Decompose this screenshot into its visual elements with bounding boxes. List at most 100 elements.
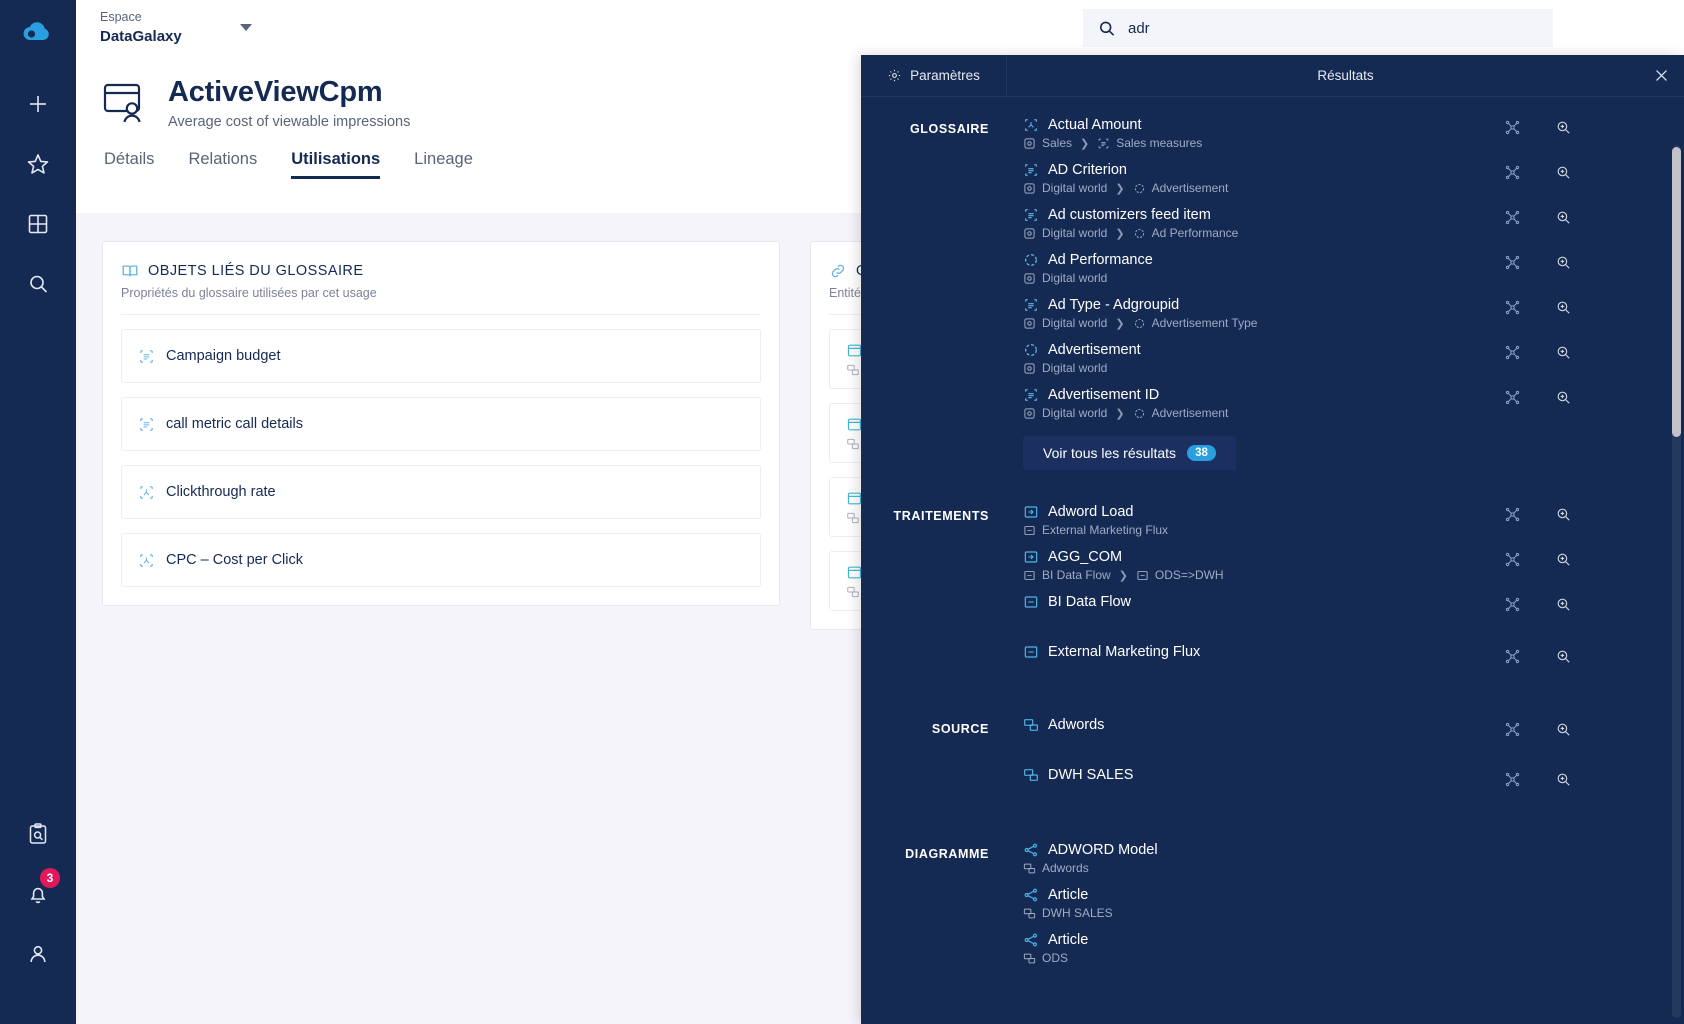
result-title: Ad Performance: [1048, 252, 1153, 268]
result-path-part: Digital world: [1042, 271, 1107, 285]
see-all-results-button[interactable]: Voir tous les résultats 38: [1023, 436, 1236, 470]
result-path-part: Adwords: [1042, 861, 1089, 875]
result-item[interactable]: Advertisement ID Digital world ❯: [1007, 381, 1684, 426]
result-path: Digital world: [1023, 361, 1504, 375]
result-main: Actual Amount Sales ❯: [1023, 117, 1504, 150]
zoom-icon[interactable]: [1555, 551, 1572, 568]
result-item[interactable]: Article DWH SALES: [1007, 881, 1684, 926]
result-item[interactable]: Adwords: [1007, 711, 1684, 747]
tab-utilisations[interactable]: Utilisations: [291, 150, 380, 179]
zoom-icon[interactable]: [1555, 119, 1572, 136]
rail-item-modules[interactable]: [16, 202, 60, 246]
section-label: TRAITEMENTS: [861, 498, 1007, 671]
see-all-count: 38: [1187, 445, 1216, 461]
result-actions: [1504, 207, 1684, 226]
graph-icon[interactable]: [1504, 771, 1521, 788]
zoom-icon[interactable]: [1555, 771, 1572, 788]
rail-item-search[interactable]: [16, 262, 60, 306]
chevron-right-icon: ❯: [1115, 182, 1124, 195]
zoom-icon[interactable]: [1555, 164, 1572, 181]
result-item[interactable]: ADWORD Model Adwords: [1007, 836, 1684, 881]
result-title-row: Actual Amount: [1023, 117, 1504, 133]
tab-resultats[interactable]: Résultats: [1007, 55, 1684, 96]
result-item[interactable]: DWH SALES: [1007, 747, 1684, 794]
zoom-icon[interactable]: [1555, 254, 1572, 271]
results-section-diagramme: DIAGRAMME ADWORD Mode: [861, 836, 1684, 971]
domain-icon: [1023, 137, 1036, 150]
result-item[interactable]: Adword Load External Marketing Flux: [1007, 498, 1684, 543]
graph-icon[interactable]: [1504, 209, 1521, 226]
graph-icon[interactable]: [1504, 506, 1521, 523]
graph-icon[interactable]: [1504, 721, 1521, 738]
tab-lineage[interactable]: Lineage: [414, 150, 473, 179]
result-item[interactable]: Ad Type - Adgroupid Digital world ❯: [1007, 291, 1684, 336]
search-results-body[interactable]: GLOSSAIRE Actual Amou: [861, 97, 1684, 1024]
result-path-part: ODS: [1042, 951, 1068, 965]
result-item[interactable]: Actual Amount Sales ❯: [1007, 111, 1684, 156]
graph-icon[interactable]: [1504, 389, 1521, 406]
result-actions: [1504, 117, 1684, 136]
workspace-selector[interactable]: Espace DataGalaxy: [100, 8, 252, 46]
section-label: GLOSSAIRE: [861, 111, 1007, 476]
zoom-icon[interactable]: [1555, 648, 1572, 665]
concept-icon: [1133, 182, 1146, 195]
result-item[interactable]: AD Criterion Digital world ❯: [1007, 156, 1684, 201]
rail-item-add[interactable]: [16, 82, 60, 126]
results-scrollbar-thumb[interactable]: [1672, 147, 1681, 437]
result-item[interactable]: External Marketing Flux: [1007, 624, 1684, 671]
global-search[interactable]: [1083, 9, 1553, 47]
graph-icon[interactable]: [1504, 254, 1521, 271]
rail-item-profile[interactable]: [16, 932, 60, 976]
result-item[interactable]: AGG_COM BI Data Flow ❯: [1007, 543, 1684, 588]
graph-icon[interactable]: [1504, 344, 1521, 361]
chevron-right-icon: ❯: [1080, 137, 1089, 150]
list-item[interactable]: Campaign budget: [121, 329, 761, 383]
result-actions: [1504, 387, 1684, 406]
close-button[interactable]: [1653, 55, 1670, 96]
result-item[interactable]: BI Data Flow: [1007, 588, 1684, 624]
rail-item-favorites[interactable]: [16, 142, 60, 186]
graph-icon[interactable]: [1504, 299, 1521, 316]
process-icon: [1023, 504, 1039, 520]
rail-item-audit[interactable]: [16, 812, 60, 856]
app-logo[interactable]: [17, 14, 59, 56]
zoom-icon[interactable]: [1555, 721, 1572, 738]
list-item[interactable]: Clickthrough rate: [121, 465, 761, 519]
graph-icon[interactable]: [1504, 551, 1521, 568]
rail-item-notifications[interactable]: 3: [16, 872, 60, 916]
flow-icon: [1136, 569, 1149, 582]
result-item[interactable]: Advertisement Digital world: [1007, 336, 1684, 381]
result-path-part: Ad Performance: [1152, 226, 1239, 240]
result-path-part: Digital world: [1042, 406, 1107, 420]
tab-details[interactable]: Détails: [104, 150, 154, 179]
zoom-icon[interactable]: [1555, 596, 1572, 613]
zoom-icon[interactable]: [1555, 209, 1572, 226]
search-icon: [26, 272, 50, 296]
result-item[interactable]: Ad Performance Digital world: [1007, 246, 1684, 291]
result-title-row: Ad Type - Adgroupid: [1023, 297, 1504, 313]
domain-icon: [1023, 227, 1036, 240]
list-item-label: CPC – Cost per Click: [166, 552, 303, 568]
result-item[interactable]: Ad customizers feed item Digital world ❯: [1007, 201, 1684, 246]
tab-relations[interactable]: Relations: [188, 150, 257, 179]
graph-icon[interactable]: [1504, 119, 1521, 136]
notification-badge: 3: [40, 868, 60, 888]
tab-parametres[interactable]: Paramètres: [861, 55, 1007, 96]
graph-icon[interactable]: [1504, 164, 1521, 181]
result-actions: [1504, 594, 1684, 613]
zoom-icon[interactable]: [1555, 389, 1572, 406]
zoom-icon[interactable]: [1555, 506, 1572, 523]
zoom-icon[interactable]: [1555, 299, 1572, 316]
graph-icon[interactable]: [1504, 596, 1521, 613]
list-item[interactable]: call metric call details: [121, 397, 761, 451]
result-item[interactable]: Article ODS: [1007, 926, 1684, 971]
section-label: DIAGRAMME: [861, 836, 1007, 971]
search-input[interactable]: [1128, 20, 1539, 37]
list-item[interactable]: CPC – Cost per Click: [121, 533, 761, 587]
graph-icon[interactable]: [1504, 648, 1521, 665]
source-icon: [1023, 767, 1039, 783]
zoom-icon[interactable]: [1555, 344, 1572, 361]
result-path-part: Advertisement Type: [1152, 316, 1258, 330]
result-title-row: Advertisement: [1023, 342, 1504, 358]
results-section-source: SOURCE Adwords: [861, 711, 1684, 794]
